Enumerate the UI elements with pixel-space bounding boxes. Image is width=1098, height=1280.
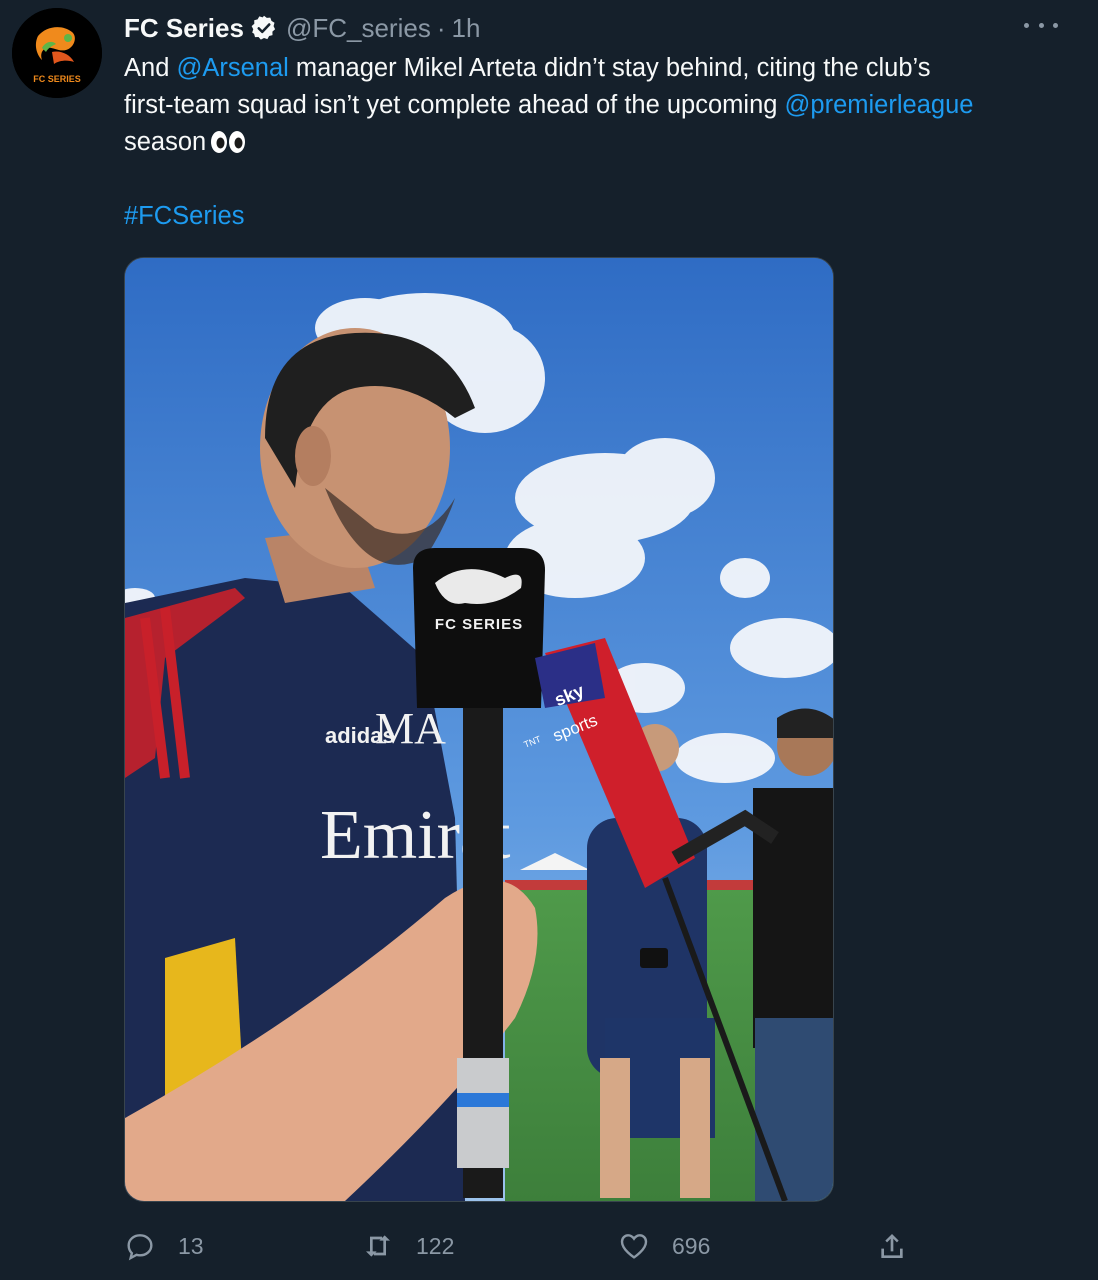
share-button[interactable] <box>876 1222 908 1270</box>
reply-icon <box>127 1234 153 1261</box>
tweet-media-photo[interactable]: adidas MA Emirat FC SERIES sky sports TN… <box>124 257 834 1202</box>
mention-premierleague-link[interactable]: @premierleague <box>785 91 974 119</box>
tweet-text-line-1: And @Arsenal manager Mikel Arteta didn’t… <box>124 50 1074 87</box>
hashtag-line: #FCSeries <box>124 198 244 235</box>
text-segment: season <box>124 128 207 156</box>
like-count: 696 <box>672 1232 711 1259</box>
text-segment: And <box>124 54 177 82</box>
like-heart-icon <box>620 1234 648 1259</box>
tweet-actions: 13 122 696 <box>124 1222 924 1270</box>
retweet-button[interactable]: 122 <box>362 1222 454 1270</box>
separator-dot: · <box>436 12 446 43</box>
photo-illustration: adidas MA Emirat FC SERIES sky sports TN… <box>125 258 833 1201</box>
fc-series-logo-icon: FC SERIES <box>12 8 102 98</box>
avatar-text: FC SERIES <box>33 74 81 84</box>
retweet-count: 122 <box>416 1232 455 1259</box>
avatar[interactable]: FC SERIES <box>12 8 102 98</box>
author-name[interactable]: FC Series <box>124 13 244 44</box>
more-options-icon[interactable] <box>1024 14 1058 36</box>
tweet-header: FC Series @FC_series · 1h <box>124 10 480 46</box>
reply-button[interactable]: 13 <box>124 1222 204 1270</box>
tweet-text: And @Arsenal manager Mikel Arteta didn’t… <box>124 50 1074 161</box>
verified-badge-icon <box>251 15 276 40</box>
share-icon <box>881 1234 903 1258</box>
shirt-initials-text: MA <box>375 704 446 753</box>
mention-arsenal-link[interactable]: @Arsenal <box>176 54 288 82</box>
tweet-time[interactable]: 1h <box>452 13 481 44</box>
tweet[interactable]: FC SERIES FC Series @FC_series · 1h And … <box>0 0 1098 1280</box>
like-button[interactable]: 696 <box>618 1222 710 1270</box>
author-handle[interactable]: @FC_series <box>286 13 431 44</box>
tweet-text-line-2: first-team squad isn’t yet complete ahea… <box>124 87 1074 124</box>
tweet-text-line-3: season <box>124 124 1074 161</box>
retweet-icon <box>366 1235 390 1257</box>
mic-logo-text: FC SERIES <box>435 616 523 633</box>
eyes-emoji-icon <box>211 131 246 153</box>
hashtag-link[interactable]: #FCSeries <box>124 202 244 230</box>
text-segment: first-team squad isn’t yet complete ahea… <box>124 91 785 119</box>
reply-count: 13 <box>178 1232 204 1259</box>
text-segment: manager Mikel Arteta didn’t stay behind,… <box>288 54 931 82</box>
